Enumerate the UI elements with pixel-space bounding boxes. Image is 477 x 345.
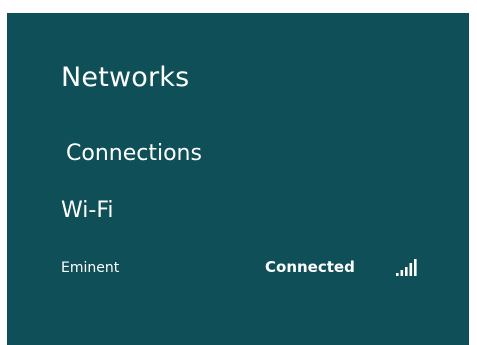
connections-heading: Connections xyxy=(66,141,202,166)
signal-bar-4 xyxy=(409,263,413,276)
signal-bar-1 xyxy=(396,273,399,276)
signal-bar-5 xyxy=(414,259,417,276)
network-status: Connected xyxy=(265,258,355,276)
networks-panel: Networks Connections Wi-Fi Eminent Conne… xyxy=(7,13,469,345)
signal-bar-2 xyxy=(400,270,404,276)
panel-title: Networks xyxy=(61,62,190,93)
wifi-signal-icon xyxy=(396,259,417,276)
network-item-eminent[interactable]: Eminent Connected xyxy=(53,249,453,289)
wifi-heading: Wi-Fi xyxy=(61,198,114,223)
network-name: Eminent xyxy=(61,260,120,276)
signal-bar-3 xyxy=(405,267,408,276)
